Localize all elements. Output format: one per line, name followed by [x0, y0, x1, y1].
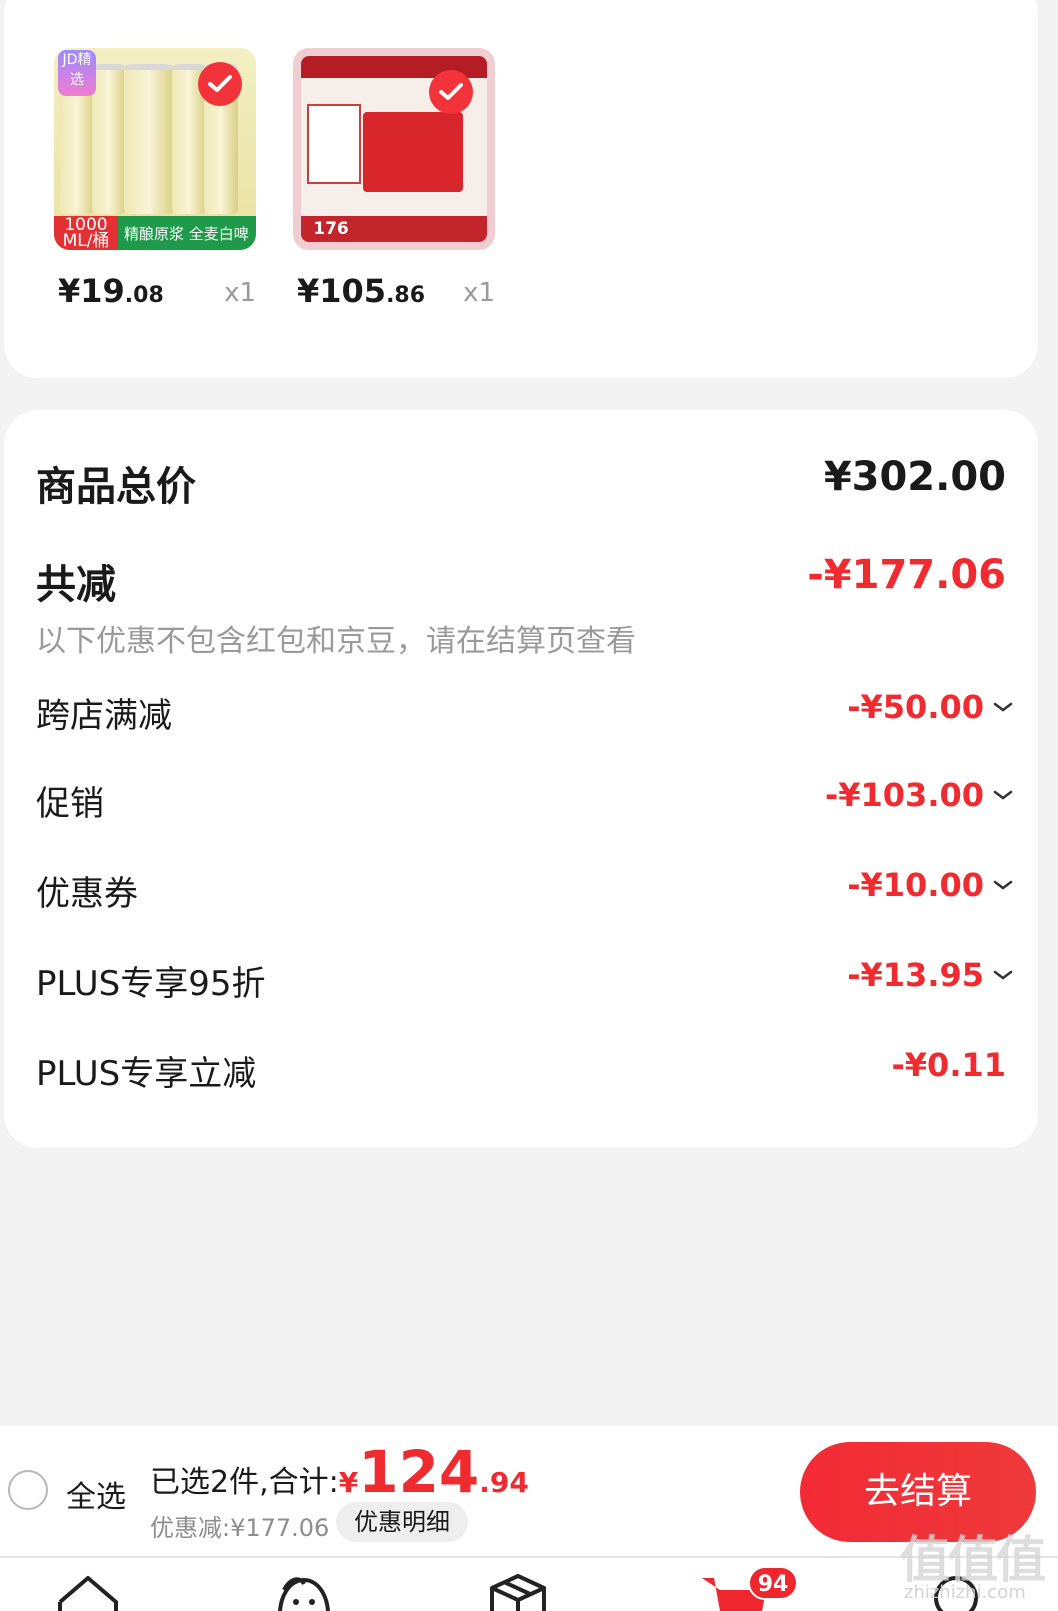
discount-row-plus-instant: PLUS专享立减 -¥0.11	[36, 1046, 1007, 1094]
promo-card-graphic	[307, 104, 361, 184]
total-reduction-label: 共减	[36, 562, 116, 608]
sum-currency: ¥	[338, 1466, 359, 1499]
beer-product-image[interactable]: JD精选 1000 ML/桶 精酿原浆 全麦白啤	[54, 48, 256, 250]
discount-value: -¥50.00	[847, 688, 1013, 726]
checked-icon[interactable]	[429, 70, 473, 114]
discount-note: 以下优惠不包含红包和京豆，请在结算页查看	[36, 624, 636, 659]
discount-value: -¥103.00	[824, 776, 1013, 814]
checked-icon[interactable]	[198, 62, 242, 106]
discount-label: PLUS专享95折	[36, 964, 266, 1004]
price-int: ¥19	[58, 272, 125, 310]
discount-amount: -¥0.11	[891, 1046, 1007, 1084]
selected-count-text: 已选2件,合计:	[150, 1465, 339, 1500]
discount-row-promotion[interactable]: 促销 -¥103.00	[36, 776, 1013, 824]
product-price: ¥105.86	[297, 272, 425, 310]
site-watermark-url: zhizhizhi.com	[904, 1582, 1026, 1603]
box-icon[interactable]	[488, 1572, 548, 1611]
chevron-down-icon[interactable]	[990, 786, 1016, 804]
sum-integer: 124	[358, 1438, 480, 1506]
price-row: ¥105.86 x1	[293, 272, 495, 312]
discount-label: 跨店满减	[36, 696, 172, 736]
volume-badge: 1000 ML/桶	[54, 216, 118, 250]
total-reduction-row: 共减 -¥177.06	[36, 552, 1006, 608]
product-item[interactable]: 176 ¥105.86 x1	[293, 48, 495, 310]
discount-row-coupon[interactable]: 优惠券 -¥10.00	[36, 866, 1013, 914]
discount-amount: -¥13.95	[847, 956, 984, 994]
jd-selected-tag: JD精选	[58, 50, 96, 96]
product-quantity: x1	[224, 278, 256, 308]
product-price: ¥19.08	[58, 272, 164, 310]
liquor-gift-box-image[interactable]: 176	[293, 48, 495, 250]
product-banner: 176	[301, 216, 487, 242]
selected-products-card: JD精选 1000 ML/桶 精酿原浆 全麦白啤 ¥19.08 x1 176 ¥…	[4, 0, 1038, 378]
discount-total-text: 优惠减:¥177.06	[150, 1514, 330, 1542]
discount-amount: -¥10.00	[847, 866, 984, 904]
discount-value: -¥0.11	[892, 1046, 1007, 1084]
discount-row-cross-store[interactable]: 跨店满减 -¥50.00	[36, 688, 1013, 736]
discount-label: 促销	[36, 784, 104, 824]
discount-value: -¥10.00	[847, 866, 1013, 904]
discount-label: 优惠券	[36, 874, 138, 914]
product-quantity: x1	[463, 278, 495, 308]
gift-box-graphic	[363, 112, 463, 192]
beer-can-graphic	[92, 64, 126, 214]
discount-label: PLUS专享立减	[36, 1054, 257, 1094]
banner-text: 精酿原浆 全麦白啤	[124, 224, 249, 243]
face-icon[interactable]	[274, 1572, 334, 1611]
banner-price: 176	[313, 219, 349, 239]
price-row: ¥19.08 x1	[54, 272, 256, 312]
product-banner: 1000 ML/桶 精酿原浆 全麦白啤	[54, 216, 256, 250]
discount-row-plus-95[interactable]: PLUS专享95折 -¥13.95	[36, 956, 1013, 1004]
home-icon[interactable]	[56, 1572, 120, 1611]
total-price-row: 商品总价 ¥302.00	[36, 454, 1006, 510]
price-summary-card: 商品总价 ¥302.00 共减 -¥177.06 以下优惠不包含红包和京豆，请在…	[4, 410, 1038, 1148]
select-all-radio[interactable]	[8, 1470, 48, 1510]
total-price-label: 商品总价	[36, 464, 196, 510]
cart-page: JD精选 1000 ML/桶 精酿原浆 全麦白啤 ¥19.08 x1 176 ¥…	[0, 0, 1058, 1611]
price-dec: .86	[386, 283, 426, 308]
select-all-label[interactable]: 全选	[66, 1472, 126, 1516]
discount-amount: -¥50.00	[847, 688, 984, 726]
price-dec: .08	[124, 283, 164, 308]
total-price-value: ¥302.00	[823, 454, 1006, 500]
sum-decimal: .94	[479, 1466, 529, 1499]
selected-summary: 已选2件,合计:¥124.94	[150, 1438, 529, 1506]
price-int: ¥105	[297, 272, 387, 310]
cart-count-badge: 94	[748, 1566, 798, 1600]
beer-can-graphic	[124, 64, 174, 214]
discount-amount: -¥103.00	[824, 776, 984, 814]
chevron-down-icon[interactable]	[990, 966, 1016, 984]
discount-detail-button[interactable]: 优惠明细	[336, 1502, 468, 1542]
discount-value: -¥13.95	[847, 956, 1013, 994]
total-reduction-value: -¥177.06	[807, 552, 1006, 598]
product-item[interactable]: JD精选 1000 ML/桶 精酿原浆 全麦白啤 ¥19.08 x1	[54, 48, 256, 310]
chevron-down-icon[interactable]	[990, 876, 1016, 894]
chevron-down-icon[interactable]	[990, 698, 1016, 716]
